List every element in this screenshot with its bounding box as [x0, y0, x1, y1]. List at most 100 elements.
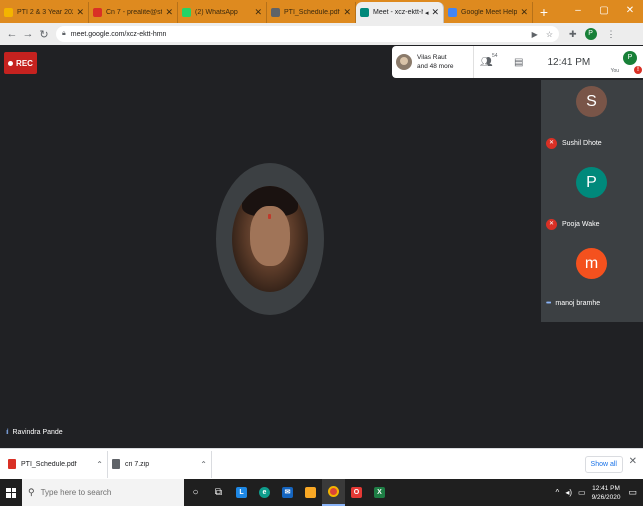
pdf-file-icon — [8, 459, 16, 469]
tab-close-icon[interactable]: ✕ — [254, 7, 262, 18]
close-shelf-icon[interactable]: ✕ — [629, 456, 637, 467]
app-l-icon[interactable]: L — [230, 479, 253, 506]
participant-name: Sushil Dhote — [562, 140, 602, 147]
alert-icon[interactable]: ! — [634, 66, 642, 74]
windows-logo-icon — [6, 487, 16, 498]
tab-close-icon[interactable]: ✕ — [520, 7, 528, 18]
volume-icon[interactable]: ◂) — [565, 488, 572, 497]
tab-favicon-icon — [93, 8, 102, 17]
recording-badge: REC — [4, 52, 37, 74]
people-icon[interactable]: 👥︎ 54 — [480, 53, 500, 68]
browser-tab[interactable]: PTI 2 & 3 Year 2020 FY✕ — [0, 2, 89, 23]
forward-arrow-icon[interactable]: → — [20, 28, 36, 40]
tray-chevron-icon[interactable]: ^ — [556, 488, 560, 497]
tab-close-icon[interactable]: ✕ — [165, 7, 173, 18]
search-placeholder: Type here to search — [40, 488, 112, 497]
speaker-profile-photo — [232, 186, 308, 292]
browser-tab[interactable]: PTI_Schedule.pdf ✕ — [267, 2, 356, 23]
minimize-button[interactable]: – — [565, 0, 591, 23]
chevron-up-icon[interactable]: ⌃ — [200, 460, 207, 469]
meet-stage: REC Vilas Raut and 48 more 👥︎ 54 ▤ 12:41 … — [0, 45, 643, 448]
download-item[interactable]: PTI_Schedule.pdf ⌃ — [4, 450, 108, 478]
url-text: meet.google.com/xcz-ektt-hmn — [70, 30, 167, 38]
main-speaker-name: Ravindra Pande — [12, 429, 63, 436]
mic-muted-icon: ✕ — [546, 219, 557, 230]
speaking-dots-icon: ••• — [546, 300, 551, 307]
file-explorer-icon[interactable] — [299, 479, 322, 506]
task-view-icon[interactable]: ⧉ — [207, 479, 230, 506]
close-window-button[interactable]: ✕ — [617, 0, 643, 23]
mail-icon[interactable]: ✉ — [276, 479, 299, 506]
new-tab-button[interactable]: + — [533, 2, 555, 23]
self-label: You — [610, 68, 619, 74]
main-speaker-label: ıl Ravindra Pande — [6, 429, 63, 436]
participant-name: Pooja Wake — [562, 221, 600, 228]
browser-tab-strip: PTI 2 & 3 Year 2020 FY✕ Cn 7 - prealite@… — [0, 0, 643, 23]
tab-favicon-icon — [182, 8, 191, 17]
taskbar-search[interactable]: ⚲ Type here to search — [22, 479, 184, 506]
extensions-puzzle-icon[interactable]: ✚ — [569, 29, 577, 40]
notification-icon[interactable]: ▭ — [628, 487, 637, 498]
office-icon[interactable]: O — [345, 479, 368, 506]
tab-favicon-icon — [448, 8, 457, 17]
meet-info-bar: 👥︎ 54 ▤ 12:41 PM You P ! — [473, 46, 643, 78]
participant-tile[interactable]: m ••• manoj bramhe — [541, 242, 643, 322]
presenter-avatar — [396, 54, 412, 70]
windows-taskbar: ⚲ Type here to search ○ ⧉ L e ✉ O X ^ ◂)… — [0, 479, 643, 506]
presenter-more: and 48 more — [417, 63, 454, 70]
participant-avatar: P — [576, 167, 607, 198]
system-tray: ^ ◂) ▭ 12:41 PM 9/26/2020 ▭ — [556, 479, 643, 506]
participant-avatar: m — [576, 248, 607, 279]
presenter-tile[interactable]: Vilas Raut and 48 more — [392, 46, 473, 78]
record-dot-icon — [8, 60, 14, 66]
browser-tab[interactable]: Cn 7 - prealite@strince✕ — [89, 2, 178, 23]
people-count: 54 — [492, 52, 498, 59]
tab-favicon-icon — [360, 8, 369, 17]
photo-tilak — [268, 214, 271, 219]
tab-close-icon[interactable]: ✕ — [431, 7, 439, 18]
browser-tab-active[interactable]: Meet - xcz-ektt-hm◂✕ — [356, 2, 444, 23]
browser-toolbar: ← → ↻ 🔒︎ meet.google.com/xcz-ektt-hmn ▶ … — [0, 23, 643, 45]
tab-close-icon[interactable]: ✕ — [343, 7, 351, 18]
maximize-button[interactable]: ▢ — [591, 0, 617, 23]
excel-icon[interactable]: X — [368, 479, 391, 506]
bookmark-star-icon[interactable]: ☆ — [546, 30, 553, 39]
menu-kebab-icon[interactable]: ⋮ — [607, 29, 616, 40]
search-icon: ⚲ — [28, 487, 35, 497]
meet-clock: 12:41 PM — [547, 56, 591, 68]
browser-tab[interactable]: Google Meet Help ✕ — [444, 2, 533, 23]
presenter-name: Vilas Raut — [417, 54, 447, 61]
tab-audio-icon[interactable]: ◂ — [425, 9, 429, 17]
audio-level-icon: ıl — [6, 429, 8, 436]
lock-icon[interactable]: 🔒︎ — [62, 30, 66, 38]
back-arrow-icon[interactable]: ← — [4, 28, 20, 40]
chat-icon[interactable]: ▤ — [514, 57, 523, 68]
browser-tab[interactable]: (2) WhatsApp ✕ — [178, 2, 267, 23]
chrome-icon[interactable] — [322, 479, 345, 506]
taskbar-clock[interactable]: 12:41 PM 9/26/2020 — [592, 484, 621, 502]
window-controls: – ▢ ✕ — [565, 0, 643, 23]
camera-indicator-icon[interactable]: ▶ — [532, 30, 538, 39]
address-bar[interactable]: 🔒︎ meet.google.com/xcz-ektt-hmn ▶ ☆ — [56, 26, 559, 42]
reload-icon[interactable]: ↻ — [36, 28, 52, 41]
profile-avatar[interactable]: P — [584, 28, 597, 40]
participant-tile[interactable]: S ✕ Sushil Dhote — [541, 80, 643, 160]
download-item[interactable]: cri 7.zip ⌃ — [108, 450, 212, 478]
participant-name: manoj bramhe — [555, 300, 601, 307]
tab-favicon-icon — [271, 8, 280, 17]
participant-avatar: S — [576, 86, 607, 117]
tab-close-icon[interactable]: ✕ — [76, 7, 84, 18]
cortana-icon[interactable]: ○ — [184, 479, 207, 506]
mic-muted-icon: ✕ — [546, 138, 557, 149]
zip-file-icon — [112, 459, 120, 469]
participant-tile[interactable]: P ✕ Pooja Wake — [541, 161, 643, 241]
download-shelf: PTI_Schedule.pdf ⌃ cri 7.zip ⌃ Show all … — [0, 448, 643, 479]
chevron-up-icon[interactable]: ⌃ — [96, 460, 103, 469]
start-button[interactable] — [0, 479, 22, 506]
participant-strip: S ✕ Sushil Dhote P ✕ Pooja Wake m ••• manoj… — [541, 80, 643, 322]
edge-icon[interactable]: e — [253, 479, 276, 506]
meet-top-bar: Vilas Raut and 48 more 👥︎ 54 ▤ 12:41 PM Y… — [392, 46, 643, 78]
show-all-button[interactable]: Show all — [584, 456, 623, 473]
self-avatar[interactable]: P — [623, 51, 637, 65]
network-icon[interactable]: ▭ — [578, 488, 586, 497]
